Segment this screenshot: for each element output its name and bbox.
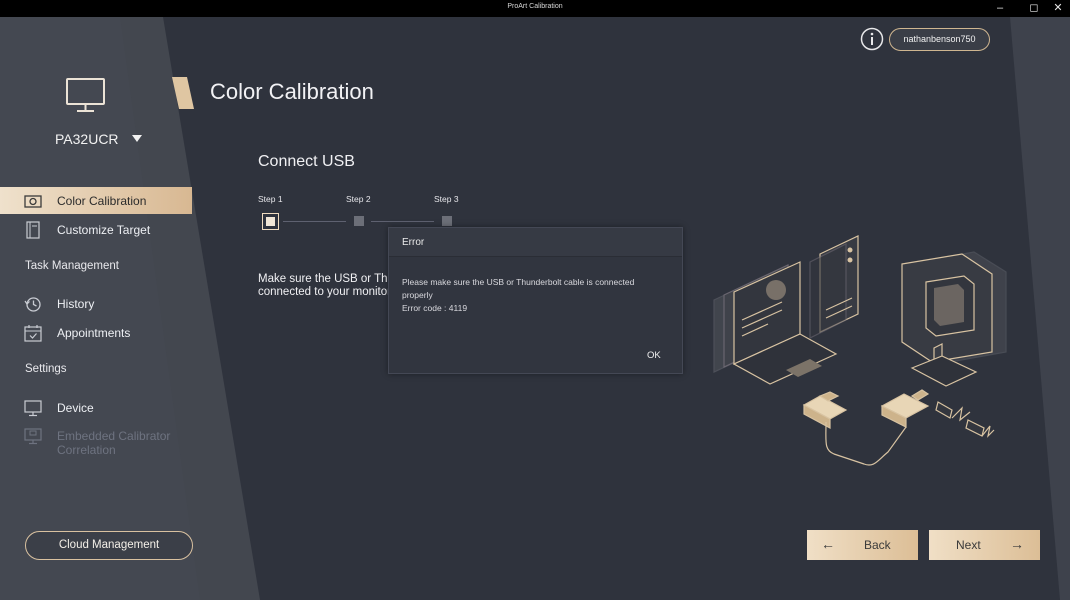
next-label: Next (956, 538, 981, 552)
step-1-indicator (262, 213, 279, 230)
camera-icon (24, 195, 42, 208)
cloud-management-button[interactable]: Cloud Management (25, 531, 193, 560)
usb-connection-illustration (713, 235, 1007, 466)
dialog-error-code: Error code : 4119 (402, 303, 468, 313)
sidebar-item-label: Device (57, 401, 94, 415)
window-title: ProArt Calibration (507, 3, 563, 10)
chevron-down-icon[interactable] (132, 135, 142, 142)
dialog-ok-button[interactable]: OK (647, 350, 661, 361)
arrow-right-icon: → (1010, 536, 1024, 552)
maximize-button[interactable]: ◻ (1022, 0, 1046, 17)
dialog-message-line-1: Please make sure the USB or Thunderbolt … (402, 277, 635, 287)
instruction-line-2: connected to your monitor. (258, 286, 390, 298)
settings-heading: Settings (25, 363, 67, 375)
app-body: PA32UCR Color Calibration Customize Targ… (0, 17, 1070, 600)
user-account-button[interactable]: nathanbenson750 (889, 28, 990, 51)
dialog-message-line-2: properly (402, 290, 433, 300)
sidebar-item-label: Appointments (57, 326, 131, 340)
page-title: Color Calibration (210, 79, 374, 104)
device-name[interactable]: PA32UCR (55, 131, 119, 147)
sidebar-item-color-calibration[interactable]: Color Calibration (0, 187, 192, 214)
section-title: Connect USB (258, 153, 355, 170)
step-3-indicator (442, 216, 452, 226)
dialog-header: Error (389, 228, 682, 257)
dialog-title: Error (402, 237, 425, 248)
calendar-icon (24, 325, 42, 342)
sidebar: PA32UCR Color Calibration Customize Targ… (0, 17, 230, 600)
step-connector (283, 221, 346, 222)
sidebar-item-customize-target[interactable]: Customize Target (0, 216, 192, 243)
sidebar-item-label: Color Calibration (57, 194, 147, 208)
title-bar: ProArt Calibration – ◻ ✕ (0, 0, 1070, 17)
arrow-left-icon: ← (821, 536, 835, 552)
step-3-label: Step 3 (434, 194, 459, 204)
task-management-heading: Task Management (25, 260, 119, 272)
info-icon[interactable] (860, 27, 884, 51)
sidebar-item-history[interactable]: History (0, 290, 192, 317)
target-book-icon (26, 221, 40, 239)
monitor-icon (24, 400, 42, 417)
step-2-label: Step 2 (346, 194, 371, 204)
instruction-line-1: Make sure the USB or Thunderbolt cable i… (258, 273, 390, 285)
monitor-icon (66, 78, 105, 112)
sidebar-item-device[interactable]: Device (0, 394, 192, 421)
title-accent-bar (172, 77, 194, 109)
minimize-button[interactable]: – (988, 0, 1012, 17)
step-connector (371, 221, 434, 222)
monitor-calibrator-icon (24, 428, 42, 445)
step-2-indicator (354, 216, 364, 226)
instruction-text: Make sure the USB or Thunderbolt cable i… (258, 273, 390, 299)
error-dialog: Error Please make sure the USB or Thunde… (388, 227, 683, 374)
back-button[interactable]: ← Back (807, 530, 918, 560)
sidebar-item-label: Embedded Calibrator Correlation (57, 429, 171, 457)
sidebar-item-appointments[interactable]: Appointments (0, 319, 192, 346)
dialog-message: Please make sure the USB or Thunderbolt … (402, 276, 674, 315)
history-icon (24, 297, 41, 312)
close-button[interactable]: ✕ (1046, 0, 1070, 17)
sidebar-item-label: Customize Target (57, 223, 151, 237)
back-label: Back (864, 538, 891, 552)
sidebar-item-embedded-calibrator-correlation: Embedded Calibrator Correlation (0, 422, 230, 457)
next-button[interactable]: Next → (929, 530, 1040, 560)
sidebar-item-label: History (57, 297, 95, 311)
step-1-label: Step 1 (258, 194, 283, 204)
